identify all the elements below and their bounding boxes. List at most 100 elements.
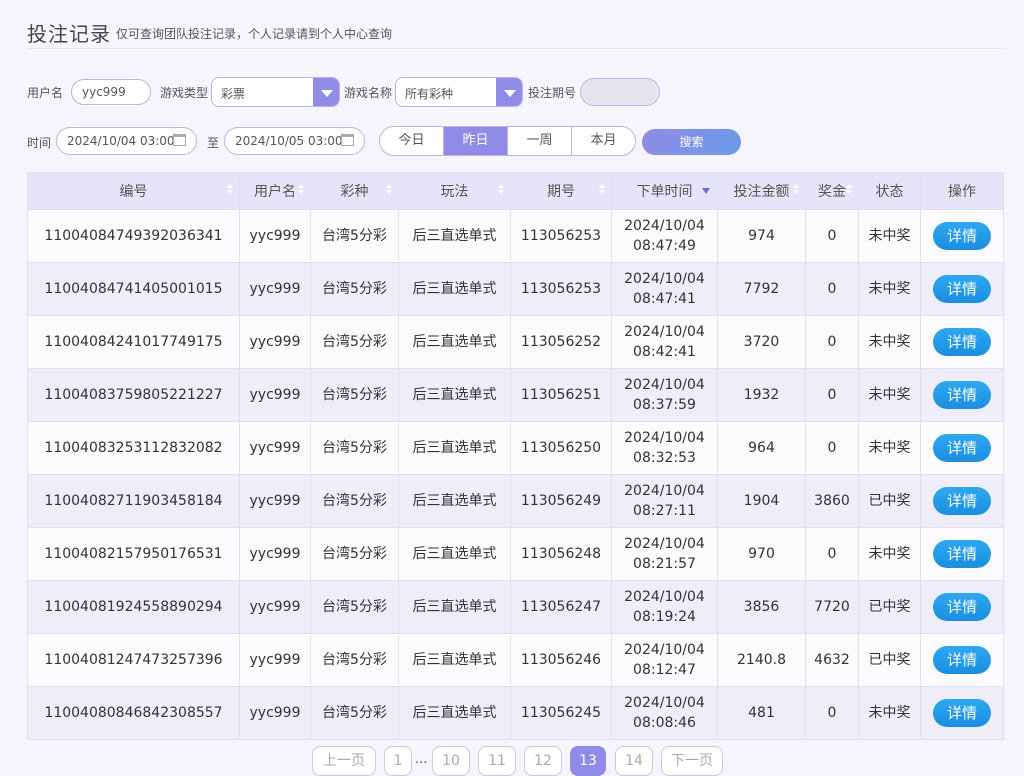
period-input[interactable] <box>580 78 660 106</box>
record-action-cell: 详情 <box>920 262 1004 316</box>
column-header-play[interactable]: 玩法 <box>398 172 511 210</box>
record-id: 11004084749392036341 <box>27 209 240 263</box>
record-order-date: 2024/10/04 <box>624 324 705 340</box>
record-prize: 0 <box>805 315 859 369</box>
period-label: 投注期号 <box>528 86 577 100</box>
record-order-clock: 08:19:24 <box>633 609 696 625</box>
column-header-prize[interactable]: 奖金 <box>805 172 859 210</box>
record-id: 11004081924558890294 <box>27 580 240 634</box>
calendar-icon[interactable] <box>173 134 186 146</box>
game-type-select[interactable]: 彩票 <box>211 77 340 107</box>
page-11-button[interactable]: 11 <box>478 746 516 776</box>
sort-desc-icon[interactable] <box>702 188 710 194</box>
username-input[interactable]: yyc999 <box>71 79 151 105</box>
record-amount: 1932 <box>717 368 806 422</box>
game-type-value: 彩票 <box>221 87 246 101</box>
record-play: 后三直选单式 <box>398 580 511 634</box>
detail-button[interactable]: 详情 <box>933 222 991 250</box>
detail-button[interactable]: 详情 <box>933 593 991 621</box>
record-order-date: 2024/10/04 <box>624 430 705 446</box>
search-button[interactable]: 搜索 <box>642 129 741 155</box>
date-range-tabs: 今日 昨日 一周 本月 <box>379 126 636 156</box>
sort-icon[interactable] <box>386 184 392 194</box>
column-header-amount[interactable]: 投注金额 <box>717 172 806 210</box>
table-row: 11004084241017749175 yyc999 台湾5分彩 后三直选单式 113… <box>27 315 1004 369</box>
detail-button[interactable]: 详情 <box>933 487 991 515</box>
column-header-period[interactable]: 期号 <box>510 172 612 210</box>
next-page-button[interactable]: 下一页 <box>661 746 723 776</box>
record-status: 未中奖 <box>858 686 921 740</box>
record-order-date: 2024/10/04 <box>624 589 705 605</box>
record-order-time: 2024/10/04 08:08:46 <box>611 686 718 740</box>
page-12-button[interactable]: 12 <box>524 746 562 776</box>
record-user: yyc999 <box>239 315 311 369</box>
prev-page-button[interactable]: 上一页 <box>312 746 376 776</box>
column-header-order-time[interactable]: 下单时间 <box>611 172 718 210</box>
sort-icon[interactable] <box>793 184 799 194</box>
record-amount: 964 <box>717 421 806 475</box>
range-yesterday-button[interactable]: 昨日 <box>443 127 507 155</box>
detail-button[interactable]: 详情 <box>933 434 991 462</box>
page-1-button[interactable]: 1 <box>384 746 412 776</box>
record-id: 11004083759805221227 <box>27 368 240 422</box>
record-prize: 7720 <box>805 580 859 634</box>
record-prize: 0 <box>805 527 859 581</box>
table-row: 11004081247473257396 yyc999 台湾5分彩 后三直选单式 113… <box>27 633 1004 687</box>
page-10-button[interactable]: 10 <box>432 746 470 776</box>
record-id: 11004082711903458184 <box>27 474 240 528</box>
record-order-time: 2024/10/04 08:47:41 <box>611 262 718 316</box>
detail-button[interactable]: 详情 <box>933 540 991 568</box>
game-name-label: 游戏名称 <box>344 86 393 100</box>
sort-icon[interactable] <box>227 184 233 194</box>
detail-button[interactable]: 详情 <box>933 699 991 727</box>
record-order-time: 2024/10/04 08:32:53 <box>611 421 718 475</box>
page-header: 投注记录 仅可查询团队投注记录，个人记录请到个人中心查询 <box>27 14 1007 49</box>
detail-button[interactable]: 详情 <box>933 328 991 356</box>
date-from-value: 2024/10/04 03:00 <box>67 134 175 148</box>
sort-icon[interactable] <box>846 184 852 194</box>
record-user: yyc999 <box>239 527 311 581</box>
date-from-field[interactable]: 2024/10/04 03:00 <box>56 127 197 155</box>
range-today-button[interactable]: 今日 <box>380 127 443 155</box>
record-user: yyc999 <box>239 262 311 316</box>
record-id: 11004083253112832082 <box>27 421 240 475</box>
page-14-button[interactable]: 14 <box>615 746 653 776</box>
detail-button[interactable]: 详情 <box>933 275 991 303</box>
record-status: 未中奖 <box>858 315 921 369</box>
column-header-action: 操作 <box>920 172 1004 210</box>
to-label: 至 <box>207 136 220 150</box>
record-status: 已中奖 <box>858 474 921 528</box>
sort-icon[interactable] <box>599 184 605 194</box>
date-to-field[interactable]: 2024/10/05 03:00 <box>224 127 365 155</box>
range-week-button[interactable]: 一周 <box>507 127 571 155</box>
game-type-label: 游戏类型 <box>160 86 209 100</box>
detail-button[interactable]: 详情 <box>933 646 991 674</box>
game-name-select[interactable]: 所有彩种 <box>395 77 523 107</box>
record-play: 后三直选单式 <box>398 262 511 316</box>
calendar-icon[interactable] <box>341 134 354 146</box>
detail-button[interactable]: 详情 <box>933 381 991 409</box>
column-header-lottery[interactable]: 彩种 <box>310 172 399 210</box>
record-amount: 1904 <box>717 474 806 528</box>
sort-icon[interactable] <box>298 184 304 194</box>
record-amount: 974 <box>717 209 806 263</box>
record-order-time: 2024/10/04 08:27:11 <box>611 474 718 528</box>
column-header-id[interactable]: 编号 <box>27 172 240 210</box>
record-user: yyc999 <box>239 421 311 475</box>
record-order-date: 2024/10/04 <box>624 642 705 658</box>
record-play: 后三直选单式 <box>398 368 511 422</box>
sort-icon[interactable] <box>498 184 504 194</box>
date-to-value: 2024/10/05 03:00 <box>235 134 343 148</box>
range-month-button[interactable]: 本月 <box>571 127 635 155</box>
record-play: 后三直选单式 <box>398 686 511 740</box>
record-period: 113056250 <box>510 421 612 475</box>
record-order-time: 2024/10/04 08:21:57 <box>611 527 718 581</box>
page-13-button[interactable]: 13 <box>570 746 606 776</box>
record-status: 未中奖 <box>858 527 921 581</box>
table-row: 11004082157950176531 yyc999 台湾5分彩 后三直选单式 113… <box>27 527 1004 581</box>
record-play: 后三直选单式 <box>398 209 511 263</box>
column-header-user[interactable]: 用户名 <box>239 172 311 210</box>
record-amount: 2140.8 <box>717 633 806 687</box>
record-prize: 0 <box>805 421 859 475</box>
record-order-date: 2024/10/04 <box>624 695 705 711</box>
